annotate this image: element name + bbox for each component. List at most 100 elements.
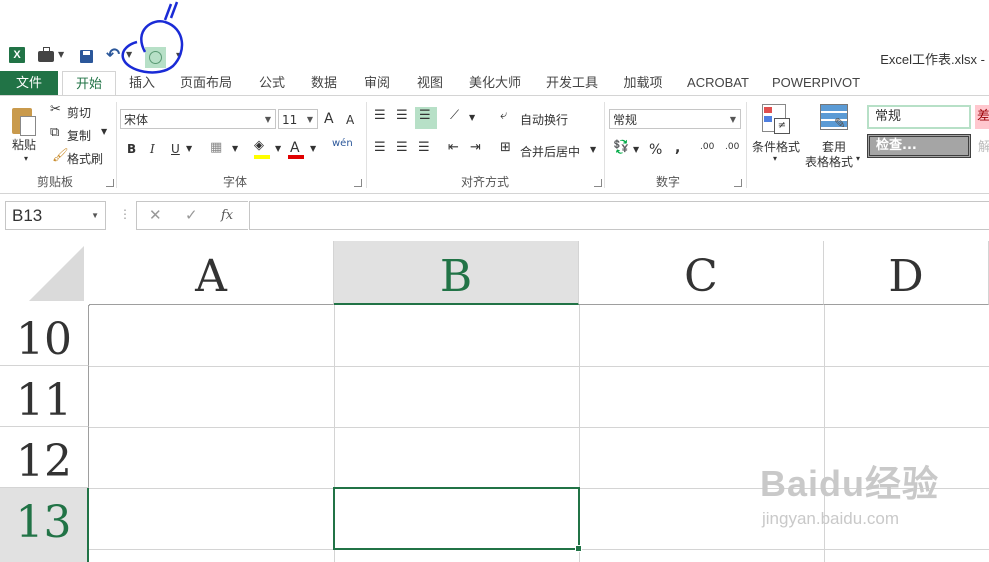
tab-review[interactable]: 审阅 (357, 71, 397, 95)
excel-icon: X (9, 47, 25, 63)
font-size-value: 11 (282, 113, 298, 127)
font-name-select[interactable]: 宋体 ▼ (120, 109, 276, 129)
scissors-icon[interactable]: ✂ (50, 102, 61, 117)
align-top-icon[interactable]: ☰ (374, 108, 386, 123)
font-color-swatch (288, 155, 304, 159)
name-box[interactable]: B13 ▼ (5, 201, 106, 230)
chevron-down-icon[interactable]: ▼ (186, 144, 192, 153)
grow-font-icon[interactable]: A (324, 111, 334, 127)
align-bottom-icon[interactable]: ☰ (415, 107, 437, 129)
wrap-text-button[interactable]: 自动换行 (520, 111, 568, 128)
wrap-text-icon[interactable]: ⤶ (500, 108, 507, 123)
row-header-12[interactable]: 12 (0, 427, 89, 488)
increase-indent-icon[interactable]: ⇥ (470, 140, 481, 155)
formula-input[interactable] (249, 201, 989, 230)
font-group-label: 字体 (222, 175, 247, 189)
merge-center-button[interactable]: 合并后居中 (520, 143, 580, 160)
dialog-launcher-icon[interactable] (354, 179, 362, 187)
paste-button[interactable]: 粘贴 (12, 136, 36, 153)
increase-decimal-button[interactable]: .00 (700, 142, 714, 152)
phonetic-guide-icon[interactable]: wén (332, 138, 353, 149)
tab-beautify[interactable]: 美化大师 (463, 71, 527, 95)
fill-color-icon[interactable]: ◈ (254, 138, 264, 153)
style-bad[interactable]: 差 (975, 105, 989, 129)
chevron-down-icon[interactable]: ▼ (633, 145, 639, 154)
tab-formulas[interactable]: 公式 (252, 71, 292, 95)
tab-file[interactable]: 文件 (0, 71, 58, 95)
font-name-value: 宋体 (124, 113, 149, 127)
tab-data[interactable]: 数据 (304, 71, 344, 95)
align-middle-icon[interactable]: ☰ (396, 108, 408, 123)
row-header-11[interactable]: 11 (0, 366, 89, 427)
chevron-down-icon[interactable]: ▼ (275, 144, 281, 153)
insert-function-icon[interactable]: fx (221, 208, 233, 223)
table-format-icon[interactable]: ✎ (820, 104, 850, 134)
style-neutral[interactable]: 解 (978, 136, 989, 156)
row-header-13[interactable]: 13 (0, 488, 89, 562)
annotation-circle-icon (121, 1, 184, 74)
dialog-launcher-icon[interactable] (106, 179, 114, 187)
dialog-launcher-icon[interactable] (594, 179, 602, 187)
number-format-select[interactable]: 常规 ▼ (609, 109, 741, 129)
cancel-icon[interactable]: ✕ (149, 206, 162, 224)
copy-icon[interactable]: ⧉ (50, 125, 59, 140)
tab-home[interactable]: 开始 (62, 71, 116, 97)
chevron-down-icon[interactable]: ▾ (773, 154, 777, 163)
italic-button[interactable]: I (150, 142, 155, 156)
column-header-c[interactable]: C (579, 241, 824, 305)
chevron-down-icon[interactable]: ▼ (101, 127, 107, 136)
shrink-font-icon[interactable]: A (346, 113, 354, 127)
tab-insert[interactable]: 插入 (122, 71, 162, 95)
tab-powerpivot[interactable]: POWERPIVOT (770, 71, 862, 95)
chevron-down-icon[interactable]: ▼ (310, 144, 316, 153)
table-format-button-line2[interactable]: 表格格式 (805, 153, 853, 170)
tab-view[interactable]: 视图 (410, 71, 450, 95)
chevron-down-icon[interactable]: ▼ (232, 144, 238, 153)
align-left-icon[interactable]: ☰ (374, 140, 386, 155)
align-center-icon[interactable]: ☰ (396, 140, 408, 155)
style-check[interactable]: 检查... (867, 134, 971, 158)
font-size-select[interactable]: 11 ▼ (278, 109, 318, 129)
chevron-down-icon[interactable]: ▾ (856, 154, 860, 163)
drag-handle-icon[interactable]: ⋮ (119, 207, 131, 221)
comma-button[interactable]: , (675, 140, 680, 156)
watermark-url: jingyan.baidu.com (762, 509, 900, 528)
enter-icon[interactable]: ✓ (185, 206, 198, 224)
dialog-launcher-icon[interactable] (734, 179, 742, 187)
font-color-icon[interactable]: A (290, 140, 300, 156)
align-right-icon[interactable]: ☰ (418, 140, 430, 155)
format-painter-button[interactable]: 格式刷 (67, 150, 103, 167)
save-icon[interactable] (80, 50, 93, 63)
tab-developer[interactable]: 开发工具 (540, 71, 604, 95)
conditional-format-icon[interactable]: ≠ (762, 104, 790, 134)
chevron-down-icon[interactable]: ▼ (469, 113, 475, 122)
conditional-format-button[interactable]: 条件格式 (752, 138, 800, 155)
merge-center-icon[interactable]: ⊞ (500, 140, 511, 155)
chevron-down-icon[interactable]: ▼ (590, 145, 596, 154)
select-all-corner[interactable] (0, 241, 90, 306)
tab-addins[interactable]: 加载项 (617, 71, 669, 95)
briefcase-icon[interactable] (38, 47, 54, 62)
chevron-down-icon[interactable]: ▾ (24, 154, 28, 163)
column-header-b[interactable]: B (334, 241, 579, 305)
row-header-10[interactable]: 10 (0, 305, 89, 366)
chevron-down-icon[interactable]: ▼ (58, 50, 64, 68)
percent-button[interactable]: % (649, 142, 662, 158)
decrease-indent-icon[interactable]: ⇤ (448, 140, 459, 155)
bold-button[interactable]: B (127, 142, 136, 156)
chevron-down-icon: ▼ (264, 115, 271, 124)
orientation-icon[interactable]: ⟋ (450, 108, 459, 123)
cut-button[interactable]: 剪切 (67, 104, 91, 121)
underline-button[interactable]: U (171, 142, 180, 156)
border-icon[interactable]: ▦ (210, 140, 222, 155)
column-header-a[interactable]: A (89, 241, 334, 305)
style-normal[interactable]: 常规 (867, 105, 971, 129)
currency-icon[interactable]: 💱 (613, 140, 629, 155)
column-header-d[interactable]: D (824, 241, 989, 305)
selected-cell-b13[interactable] (333, 487, 582, 552)
copy-button[interactable]: 复制 (67, 127, 91, 144)
tab-acrobat[interactable]: ACROBAT (683, 71, 753, 95)
paste-icon[interactable] (10, 106, 38, 136)
decrease-decimal-button[interactable]: .00 (725, 142, 739, 152)
tab-page-layout[interactable]: 页面布局 (176, 71, 236, 95)
